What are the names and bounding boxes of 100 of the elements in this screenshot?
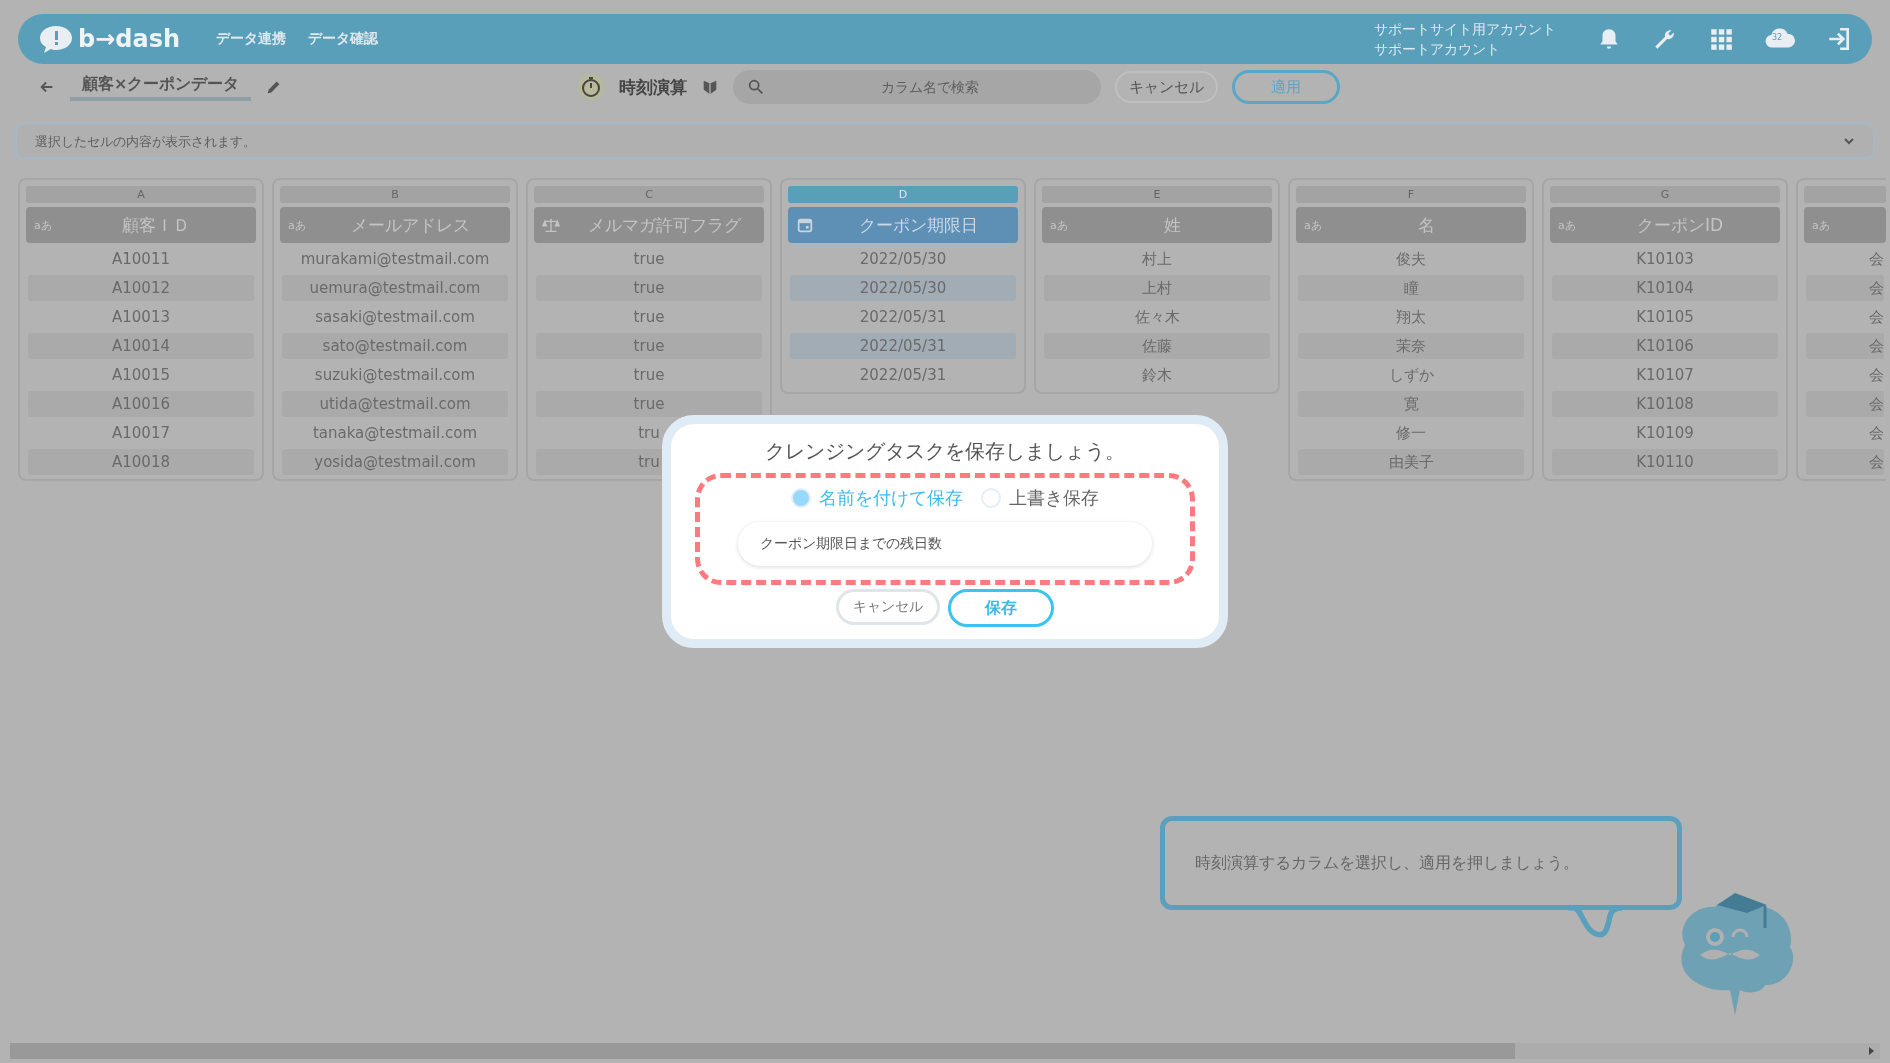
table-cell: A10016 (28, 391, 254, 417)
hint-text: 時刻演算するカラムを選択し、適用を押しましょう。 (1195, 852, 1579, 874)
table-cell-text: A10015 (111, 365, 171, 386)
table-cell: 茉奈 (1298, 333, 1524, 359)
nav-link[interactable]: データ確認 (308, 30, 379, 48)
table-cell-text: A10017 (111, 423, 171, 444)
table-cell: 上村 (1044, 275, 1270, 301)
task-name-field[interactable]: クーポン期限日までの残日数 (738, 522, 1152, 566)
table-cell: 2022/05/31 (790, 333, 1016, 359)
count-label: 32 (1772, 33, 1783, 42)
table-cell: A10018 (28, 449, 254, 475)
table-cell: true (536, 275, 762, 301)
table-cell-text: 修一 (1395, 423, 1427, 444)
table-cell-text: A10011 (111, 249, 171, 270)
table-cell-text: A10013 (111, 307, 171, 328)
table-cell-text: tru (637, 423, 661, 444)
table-cell-text: 佐々木 (1133, 307, 1181, 328)
table-cell-text: suzuki@testmail.com (313, 365, 477, 386)
column-letter[interactable]: E (1042, 186, 1272, 203)
table-cell: 由美子 (1298, 449, 1524, 475)
scale-icon (542, 216, 560, 234)
table-cell-text: tanaka@testmail.com (311, 423, 479, 444)
table-cell-text: true (632, 249, 666, 270)
table-cell-text: 会 (1868, 249, 1884, 270)
task-name-input[interactable]: クーポン期限日までの残日数 (760, 536, 1130, 552)
radio-option[interactable]: 上書き保存 (981, 486, 1099, 510)
scroll-right-icon[interactable] (1866, 1046, 1876, 1056)
radio-label: 上書き保存 (1009, 486, 1099, 510)
table-cell-text: 2022/05/31 (858, 307, 948, 328)
table-cell: 寛 (1298, 391, 1524, 417)
cancel-button[interactable]: キャンセル (1115, 71, 1219, 103)
table-cell: 会 (1806, 275, 1884, 301)
table-cell-text: 俊夫 (1395, 249, 1427, 270)
column-letter[interactable]: D (788, 186, 1018, 203)
logo-text: b→dash (78, 25, 181, 53)
table-cell: true (536, 333, 762, 359)
table-cell: 会 (1806, 333, 1884, 359)
table-cell: 瞳 (1298, 275, 1524, 301)
logout-icon[interactable] (1826, 26, 1852, 52)
table-cell-text: 会 (1868, 423, 1884, 444)
table-cell: 佐藤 (1044, 333, 1270, 359)
column-name: クーポン期限日 (857, 213, 979, 237)
table-cell-text: 2022/05/30 (858, 249, 948, 270)
table-cell-text: murakami@testmail.com (299, 249, 491, 270)
table-cell: 2022/05/30 (790, 275, 1016, 301)
column-letter[interactable]: C (534, 186, 764, 203)
radio-option[interactable]: 名前を付けて保存 (791, 486, 963, 510)
table-cell: utida@testmail.com (282, 391, 508, 417)
radio-circle[interactable] (791, 488, 811, 508)
table-cell: uemura@testmail.com (282, 275, 508, 301)
cell-content-input[interactable]: 選択したセルの内容が表示されます。 (33, 132, 1841, 150)
nav-link[interactable]: データ連携 (216, 30, 287, 48)
table-cell-text: K10105 (1635, 307, 1695, 328)
table-cell-text: 翔太 (1395, 307, 1427, 328)
account-name: サポートアカウント (1374, 40, 1501, 59)
stopwatch-icon (577, 73, 606, 101)
account-name: サポートサイト用アカウント (1374, 20, 1556, 39)
search-input[interactable]: カラム名で検索 (773, 78, 1088, 96)
cloud-button[interactable]: 32 (1764, 26, 1796, 52)
table-cell: K10110 (1552, 449, 1778, 475)
table-cell-text: しずか (1387, 365, 1435, 386)
column-letter[interactable]: A (26, 186, 256, 203)
save-button[interactable]: 保存 (948, 589, 1054, 627)
table-cell-text: 会 (1868, 307, 1884, 328)
apply-button[interactable]: 適用 (1232, 70, 1341, 104)
search-icon (747, 78, 766, 96)
table-cell: K10104 (1552, 275, 1778, 301)
column-letter[interactable]: F (1296, 186, 1526, 203)
mode-label: 時刻演算 (619, 75, 688, 99)
speech-bubble-logo-icon (38, 24, 74, 54)
table-cell-text: true (632, 365, 666, 386)
table-cell: A10014 (28, 333, 254, 359)
table-cell: 会 (1806, 391, 1884, 417)
table-cell: K10108 (1552, 391, 1778, 417)
table-cell-text: true (632, 307, 666, 328)
table-cell-text: K10103 (1635, 249, 1695, 270)
table-cell: true (536, 391, 762, 417)
radio-label: 名前を付けて保存 (819, 486, 963, 510)
table-cell: A10012 (28, 275, 254, 301)
horizontal-scrollbar[interactable] (10, 1043, 1880, 1059)
table-cell: 会 (1806, 449, 1884, 475)
cell-content-field[interactable]: 選択したセルの内容が表示されます。 (14, 122, 1876, 160)
table-cell-text: K10109 (1635, 423, 1695, 444)
column-letter[interactable]: G (1550, 186, 1780, 203)
table-cell-text: 会 (1868, 365, 1884, 386)
dataset-title: 顧客×クーポンデータ (70, 73, 252, 101)
table-cell: K10106 (1552, 333, 1778, 359)
table-cell-text: sasaki@testmail.com (314, 307, 476, 328)
calendar-icon (796, 216, 814, 234)
table-cell: yosida@testmail.com (282, 449, 508, 475)
cancel-button[interactable]: キャンセル (836, 589, 940, 625)
table-cell-text: 2022/05/31 (858, 365, 948, 386)
grid-icon[interactable] (1708, 26, 1734, 52)
column-header[interactable]: クーポン期限日 (788, 207, 1018, 243)
column-letter[interactable]: B (280, 186, 510, 203)
table-cell-text: K10107 (1635, 365, 1695, 386)
table-cell-text: 村上 (1141, 249, 1173, 270)
table-cell-text: 鈴木 (1141, 365, 1173, 386)
radio-circle[interactable] (981, 488, 1001, 508)
search-field[interactable]: カラム名で検索 (733, 70, 1102, 104)
